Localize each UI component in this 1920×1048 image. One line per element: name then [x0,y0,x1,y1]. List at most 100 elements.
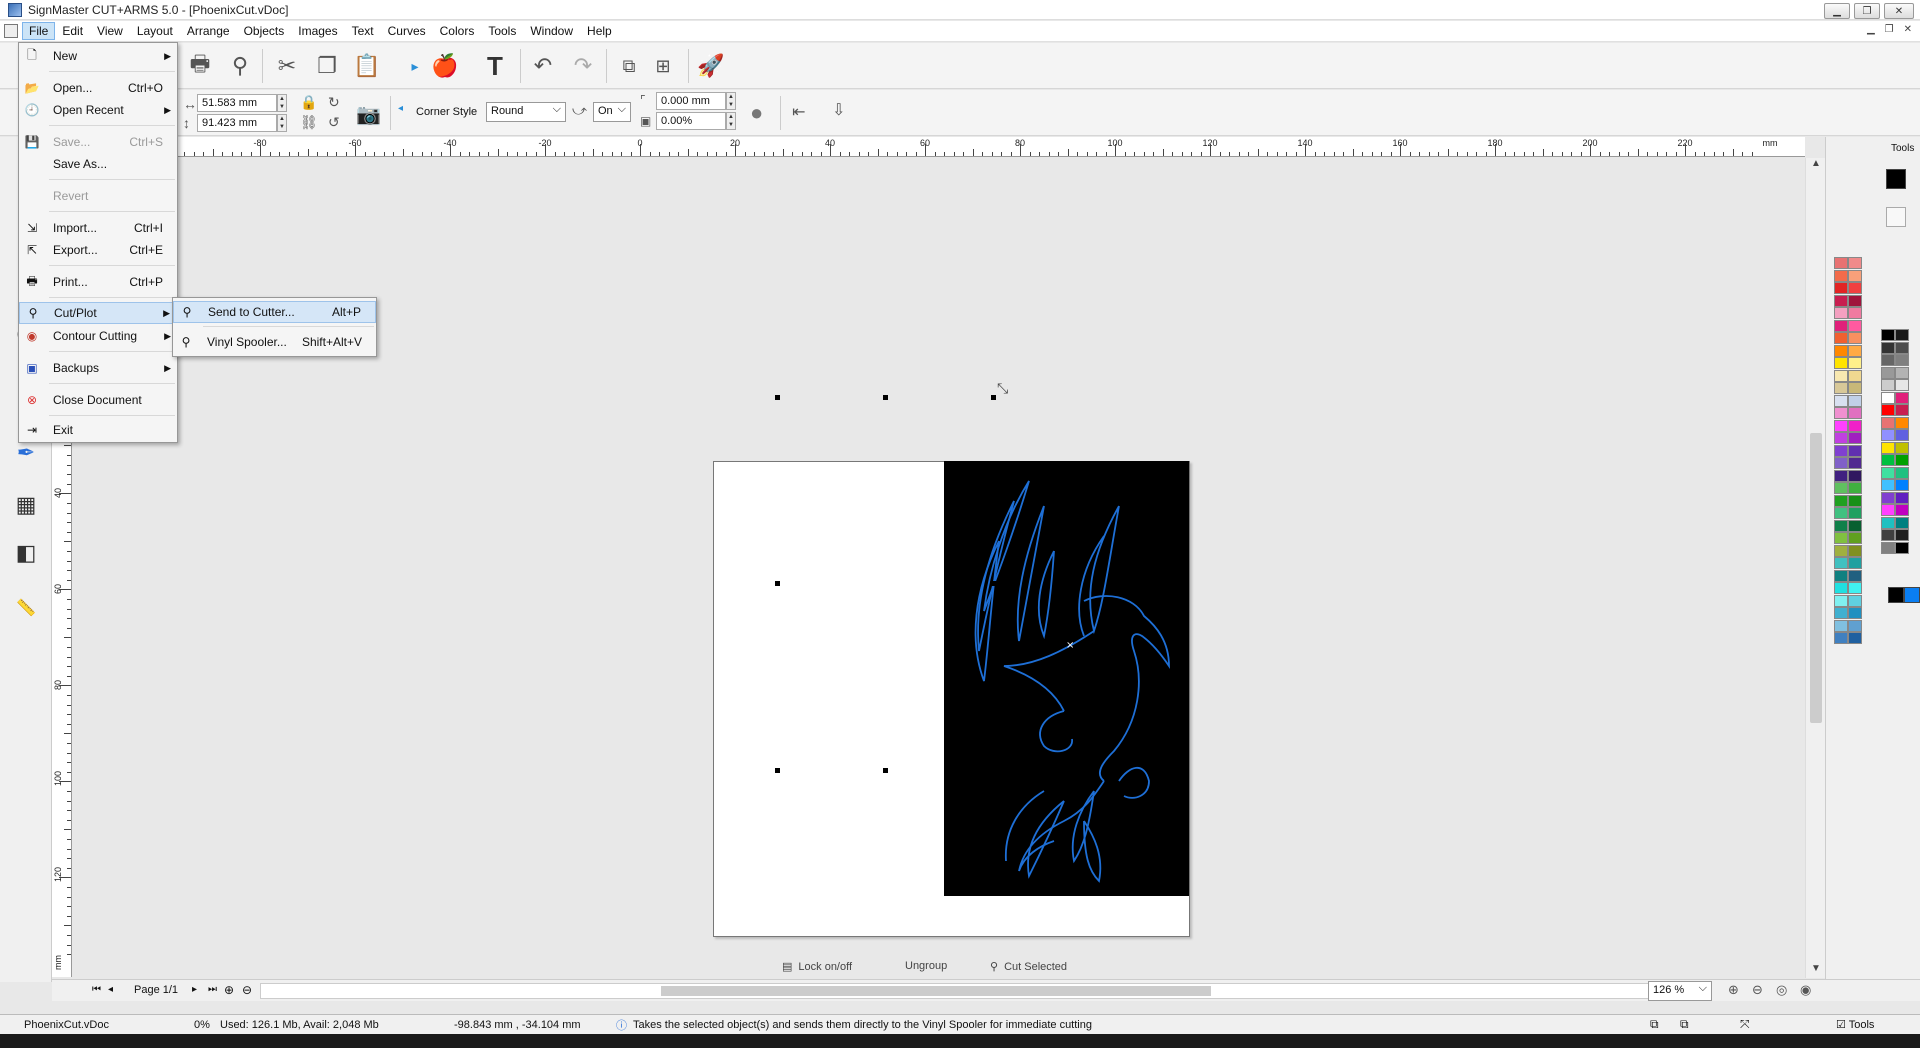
palette-swatch[interactable] [1848,407,1862,419]
collapse-arrow-icon[interactable]: ◂ [398,103,403,114]
palette-swatch[interactable] [1881,441,1895,454]
palette-swatch[interactable] [1848,307,1862,319]
cutter-icon[interactable]: ⚲ [225,51,255,81]
cut-selected-button[interactable]: ⚲ Cut Selected [990,960,1067,974]
palette-swatch[interactable] [1895,529,1909,541]
snap-grid-icon[interactable]: ⧉ [1650,1017,1659,1032]
palette-swatch[interactable] [1895,504,1909,516]
palette-swatch[interactable] [1895,354,1909,366]
menu-contour-cutting[interactable]: ◉ Contour Cutting ▶ [19,325,177,347]
palette-swatch[interactable] [1848,494,1862,507]
width-spinner[interactable]: ▲ ▼ [277,94,287,112]
palette-swatch[interactable] [1834,632,1848,644]
snap-guides-icon[interactable]: ⧉ [1680,1017,1689,1032]
palette-swatch[interactable] [1834,269,1848,282]
outline-color-swatch[interactable] [1886,207,1906,227]
palette-swatch[interactable] [1895,491,1909,504]
close-button[interactable]: ✕ [1884,3,1914,19]
palette-swatch[interactable] [1848,319,1862,332]
palette-swatch[interactable] [1895,429,1909,441]
palette-swatch[interactable] [1834,357,1848,369]
palette-swatch[interactable] [1834,257,1848,269]
palette-swatch[interactable] [1834,607,1848,619]
palette-swatch[interactable] [1848,507,1862,519]
selection-handle[interactable] [775,768,780,773]
lock-icon[interactable]: 🔒 [300,94,317,111]
palette-swatch[interactable] [1848,444,1862,457]
menu-objects[interactable]: Objects [237,22,292,40]
palette-swatch[interactable] [1834,419,1848,432]
palette-swatch[interactable] [1848,557,1862,569]
palette-swatch[interactable] [1848,419,1862,432]
vertical-scrollbar[interactable]: ▲ ▼ [1805,158,1825,978]
menu-send-to-cutter[interactable]: ⚲ Send to Cutter... Alt+P [173,301,376,323]
corner-percent-input[interactable]: 0.00% [656,112,726,130]
palette-swatch[interactable] [1881,429,1895,441]
menu-colors[interactable]: Colors [433,22,482,40]
palette-swatch[interactable] [1881,491,1895,504]
rotate-handle-icon[interactable]: ⤡ [997,380,1008,397]
palette-swatch[interactable] [1834,444,1848,457]
menu-window[interactable]: Window [523,22,580,40]
menu-close-document[interactable]: ⊗ Close Document [19,389,177,411]
play-arrow-icon[interactable]: ▸ [400,51,430,81]
palette-swatch[interactable] [1881,341,1895,354]
menu-import[interactable]: ⇲ Import... Ctrl+I [19,217,177,239]
menu-new[interactable]: 🗋 New ▶ [19,45,177,67]
rotate-cw-icon[interactable]: ↻ [328,94,340,111]
palette-swatch[interactable] [1848,544,1862,557]
lock-toggle[interactable]: ▤ Lock on/off [782,960,852,974]
undo-icon[interactable]: ↶ [528,51,558,81]
copy-icon[interactable]: ❐ [312,51,342,81]
menu-images[interactable]: Images [291,22,344,40]
corner-on-select[interactable]: On [593,102,631,122]
doc-minimize-icon[interactable]: ▁ [1867,24,1875,35]
measure-tool-icon[interactable]: 📏 [10,592,42,624]
palette-swatch[interactable] [1881,516,1895,529]
link-icon[interactable]: ⛓ [300,114,318,131]
palette-swatch[interactable] [1848,369,1862,382]
palette-swatch[interactable] [1834,494,1848,507]
corner-radius-spinner[interactable]: ▲ ▼ [726,92,736,110]
black-background-rect[interactable]: × [944,461,1189,896]
palette-swatch[interactable] [1848,607,1862,619]
menu-view[interactable]: View [90,22,130,40]
fill-apple-icon[interactable]: 🍎 [430,51,460,81]
palette-swatch[interactable] [1848,257,1862,269]
palette-swatch[interactable] [1881,329,1895,341]
palette-swatch[interactable] [1881,529,1895,541]
menu-open[interactable]: 📂 Open... Ctrl+O [19,77,177,99]
palette-swatch[interactable] [1881,541,1895,554]
menu-cut-plot[interactable]: ⚲ Cut/Plot ▶ [19,302,177,324]
palette-swatch[interactable] [1895,466,1909,479]
palette-swatch[interactable] [1848,394,1862,407]
palette-swatch[interactable] [1895,404,1909,416]
circle-icon[interactable]: ● [750,100,763,126]
selection-handle[interactable] [775,581,780,586]
rocket-icon[interactable]: 🚀 [696,51,726,81]
palette-swatch[interactable] [1881,391,1895,404]
menu-help[interactable]: Help [580,22,619,40]
palette-swatch[interactable] [1848,594,1862,607]
palette-swatch[interactable] [1881,379,1895,391]
palette-swatch[interactable] [1834,432,1848,444]
palette-swatch[interactable] [1834,569,1848,582]
palette-swatch[interactable] [1848,282,1862,294]
palette-swatch[interactable] [1848,269,1862,282]
palette-swatch[interactable] [1834,319,1848,332]
cut-icon[interactable]: ✂ [272,51,302,81]
menu-backups[interactable]: ▣ Backups ▶ [19,357,177,379]
horizontal-scrollbar-thumb[interactable] [661,986,1211,996]
zoom-select[interactable]: 126 % [1648,981,1712,1001]
height-spinner[interactable]: ▲ ▼ [277,114,287,132]
palette-swatch[interactable] [1895,441,1909,454]
menu-export[interactable]: ⇱ Export... Ctrl+E [19,239,177,261]
palette-swatch[interactable] [1895,366,1909,379]
delete-page-icon[interactable]: ⊖ [242,983,252,997]
palette-swatch[interactable] [1834,482,1848,494]
menu-curves[interactable]: Curves [381,22,433,40]
ungroup-icon[interactable]: ⊞ [648,51,678,81]
zoom-in-icon[interactable]: ⊕ [1728,982,1739,998]
palette-swatch[interactable] [1834,582,1848,594]
palette-swatch[interactable] [1881,416,1895,429]
